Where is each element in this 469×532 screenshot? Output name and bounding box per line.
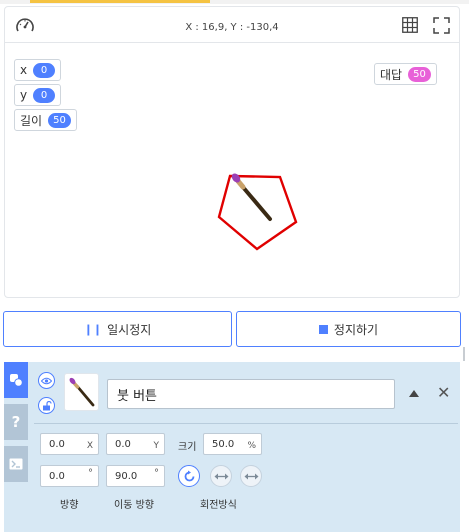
direction-degree: ° [88, 468, 93, 479]
y-position-field[interactable]: 0.0 Y [106, 433, 165, 455]
size-label: 크기 [178, 442, 197, 453]
move-direction-label: 이동 방향 [114, 500, 154, 511]
rotation-free-button[interactable] [178, 465, 200, 487]
answer-label: 대답 [380, 67, 403, 82]
help-icon: ? [11, 413, 21, 431]
variable-x-monitor[interactable]: x 0 [14, 59, 62, 81]
stop-icon [318, 324, 328, 334]
direction-value: 0.0 [49, 471, 65, 482]
variable-value: 0 [33, 87, 56, 103]
lock-toggle[interactable] [38, 397, 55, 414]
side-tabs: ? [4, 362, 28, 532]
variable-label: y [20, 88, 28, 102]
move-direction-degree: ° [154, 468, 159, 479]
size-value: 50.0 [212, 439, 235, 450]
rotation-horizontal-button[interactable] [210, 465, 232, 487]
pause-label: 일시정지 [107, 322, 152, 337]
direction-field[interactable]: 0.0 ° [40, 465, 99, 487]
coordinate-readout: X : 16,9, Y : -130,4 [185, 22, 279, 33]
console-icon [9, 458, 23, 470]
move-direction-field[interactable]: 90.0 ° [106, 465, 165, 487]
x-position-field[interactable]: 0.0 X [40, 433, 99, 455]
variable-length-monitor[interactable]: 길이 50 [14, 109, 77, 131]
pause-button[interactable]: ❙❙ 일시정지 [3, 311, 232, 347]
pause-icon: ❙❙ [83, 322, 103, 336]
top-accent-bar [30, 0, 210, 3]
object-details: 붓 버튼 ✕ 0.0 X 0.0 Y 크기 50.0 % 0.0 ° 90.0 … [32, 362, 460, 532]
answer-value: 50 [408, 66, 431, 82]
variable-value: 0 [33, 62, 56, 78]
object-name-input[interactable]: 붓 버튼 [107, 379, 395, 409]
tab-object[interactable] [4, 362, 28, 398]
close-icon[interactable]: ✕ [437, 383, 450, 402]
rotation-mode-label: 회전방식 [200, 500, 237, 511]
no-rotate-arrows-icon [244, 473, 258, 479]
y-unit: Y [153, 441, 160, 451]
variable-label: 길이 [20, 113, 43, 128]
stop-button[interactable]: 정지하기 [236, 311, 461, 347]
stage-header: X : 16,9, Y : -130,4 [5, 7, 459, 43]
stage[interactable]: X : 16,9, Y : -130,4 x 0 y 0 길이 50 대답 50 [4, 6, 460, 298]
answer-monitor[interactable]: 대답 50 [374, 63, 437, 85]
variable-y-monitor[interactable]: y 0 [14, 84, 62, 106]
fullscreen-icon[interactable] [433, 17, 450, 34]
variable-label: x [20, 63, 28, 77]
size-unit: % [247, 441, 256, 451]
top-strip [0, 0, 469, 4]
direction-label: 방향 [60, 500, 79, 511]
size-field[interactable]: 50.0 % [203, 433, 262, 455]
collapse-arrow-icon[interactable] [409, 390, 419, 397]
brush-icon [69, 377, 95, 407]
visibility-toggle[interactable] [38, 372, 55, 389]
shapes-icon [10, 374, 23, 387]
y-value: 0.0 [115, 439, 131, 450]
tab-console[interactable] [4, 446, 28, 482]
move-direction-value: 90.0 [115, 471, 138, 482]
x-value: 0.0 [49, 439, 65, 450]
unlock-icon [42, 400, 52, 410]
rotate-icon [184, 470, 194, 481]
horizontal-arrows-icon [214, 473, 228, 479]
variable-value: 50 [48, 112, 71, 128]
tab-help[interactable]: ? [4, 404, 28, 440]
stop-label: 정지하기 [333, 322, 379, 337]
brush-sprite[interactable] [229, 171, 279, 225]
panel-divider [34, 423, 458, 424]
object-thumbnail[interactable] [64, 373, 99, 411]
scrollbar-thumb[interactable] [463, 347, 465, 361]
rotation-none-button[interactable] [240, 465, 262, 487]
x-unit: X [86, 441, 93, 451]
eye-icon [41, 377, 52, 384]
grid-icon[interactable] [402, 17, 418, 33]
